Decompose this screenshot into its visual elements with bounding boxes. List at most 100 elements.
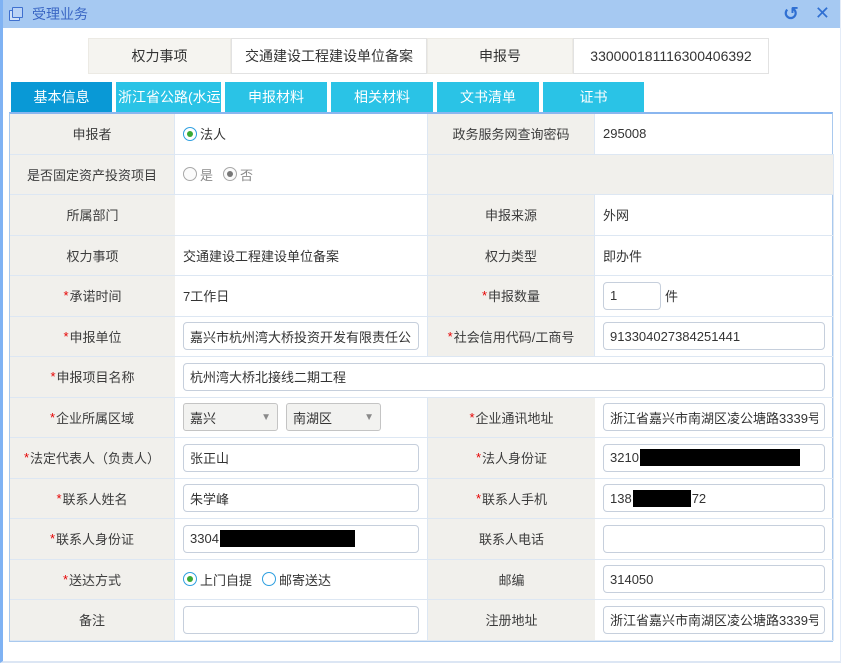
label-legal-id: *法人身份证 xyxy=(428,438,595,479)
label-region: *企业所属区域 xyxy=(10,398,175,439)
cell-region: 嘉兴 ▼ 南湖区 ▼ xyxy=(175,398,428,439)
window-titlebar: 受理业务 ↺ ✕ xyxy=(3,0,840,28)
label-project-name: *申报项目名称 xyxy=(10,357,175,398)
cell-credit-code xyxy=(595,317,834,358)
window-title: 受理业务 xyxy=(32,4,88,24)
radio-fixed-asset-yes-icon xyxy=(183,167,197,181)
value-source: 外网 xyxy=(595,195,834,236)
redaction-bar xyxy=(220,530,355,547)
label-reg-address: 注册地址 xyxy=(428,600,595,641)
label-power-type: 权力类型 xyxy=(428,236,595,277)
radio-fixed-asset-no: 否 xyxy=(223,165,253,184)
refresh-icon[interactable]: ↺ xyxy=(783,5,799,23)
radio-self-pickup-icon xyxy=(183,572,197,586)
legal-id-input[interactable]: 3210 xyxy=(603,444,825,472)
label-source: 申报来源 xyxy=(428,195,595,236)
contact-id-input[interactable]: 3304 xyxy=(183,525,419,553)
cell-delivery: 上门自提 邮寄送达 xyxy=(175,560,428,601)
window-form-icon xyxy=(9,7,24,22)
cell-legal-rep xyxy=(175,438,428,479)
credit-code-input[interactable] xyxy=(603,322,825,350)
label-declarant: 申报者 xyxy=(10,114,175,155)
radio-mail-delivery[interactable]: 邮寄送达 xyxy=(262,570,331,589)
cell-company xyxy=(175,317,428,358)
label-contact-mobile: *联系人手机 xyxy=(428,479,595,520)
cell-legal-id: 3210 xyxy=(595,438,834,479)
chevron-down-icon: ▼ xyxy=(261,412,271,423)
tab-bar: 基本信息 浙江省公路(水运 申报材料 相关材料 文书清单 证书 xyxy=(11,82,840,112)
tab-basic-info[interactable]: 基本信息 xyxy=(11,82,112,112)
value-department xyxy=(175,195,428,236)
redaction-bar xyxy=(640,449,800,466)
cell-contact-phone xyxy=(595,519,834,560)
value-promise-time: 7工作日 xyxy=(175,276,428,317)
label-quantity: *申报数量 xyxy=(428,276,595,317)
remark-input[interactable] xyxy=(183,606,419,634)
tab-zhejiang-highway[interactable]: 浙江省公路(水运 xyxy=(116,82,221,112)
tab-certificate[interactable]: 证书 xyxy=(543,82,644,112)
label-query-password: 政务服务网查询密码 xyxy=(428,114,595,155)
reg-address-input[interactable] xyxy=(603,606,825,634)
value-query-password: 295008 xyxy=(595,114,834,155)
value-power-type: 即办件 xyxy=(595,236,834,277)
label-contact-name: *联系人姓名 xyxy=(10,479,175,520)
label-promise-time: *承诺时间 xyxy=(10,276,175,317)
label-remark: 备注 xyxy=(10,600,175,641)
cell-empty-row2 xyxy=(428,155,834,196)
cell-fixed-asset: 是 否 xyxy=(175,155,428,196)
quantity-input[interactable] xyxy=(603,282,661,310)
label-contact-phone: 联系人电话 xyxy=(428,519,595,560)
cell-postcode xyxy=(595,560,834,601)
label-contact-id: *联系人身份证 xyxy=(10,519,175,560)
quantity-unit: 件 xyxy=(665,286,678,305)
postcode-input[interactable] xyxy=(603,565,825,593)
radio-legal-person-icon xyxy=(183,127,197,141)
redaction-bar xyxy=(633,490,691,507)
region-district-select[interactable]: 南湖区 ▼ xyxy=(286,403,381,431)
close-icon[interactable]: ✕ xyxy=(815,5,830,23)
label-delivery: *送达方式 xyxy=(10,560,175,601)
cell-company-address xyxy=(595,398,834,439)
chevron-down-icon: ▼ xyxy=(364,412,374,423)
radio-fixed-asset-no-icon xyxy=(223,167,237,181)
company-input[interactable] xyxy=(183,322,419,350)
region-city-select[interactable]: 嘉兴 ▼ xyxy=(183,403,278,431)
declare-no-header-label: 申报号 xyxy=(427,38,573,74)
radio-self-pickup[interactable]: 上门自提 xyxy=(183,570,252,589)
cell-remark xyxy=(175,600,428,641)
label-company: *申报单位 xyxy=(10,317,175,358)
power-item-header-label: 权力事项 xyxy=(88,38,231,74)
label-credit-code: *社会信用代码/工商号 xyxy=(428,317,595,358)
accept-business-window: 受理业务 ↺ ✕ 权力事项 交通建设工程建设单位备案 申报号 330000181… xyxy=(0,0,841,663)
tab-document-list[interactable]: 文书清单 xyxy=(437,82,539,112)
declare-no-header-value: 330000181116300406392 xyxy=(573,38,769,74)
label-postcode: 邮编 xyxy=(428,560,595,601)
declaration-header: 权力事项 交通建设工程建设单位备案 申报号 330000181116300406… xyxy=(88,38,840,74)
cell-contact-name xyxy=(175,479,428,520)
power-item-header-value: 交通建设工程建设单位备案 xyxy=(231,38,427,74)
cell-reg-address xyxy=(595,600,834,641)
label-fixed-asset: 是否固定资产投资项目 xyxy=(10,155,175,196)
basic-info-form: 申报者 法人 政务服务网查询密码 295008 是否固定资产投资项目 是 否 所… xyxy=(9,112,833,642)
cell-contact-mobile: 138 72 xyxy=(595,479,834,520)
contact-name-input[interactable] xyxy=(183,484,419,512)
cell-quantity: 件 xyxy=(595,276,834,317)
value-power-item: 交通建设工程建设单位备案 xyxy=(175,236,428,277)
label-company-address: *企业通讯地址 xyxy=(428,398,595,439)
legal-rep-input[interactable] xyxy=(183,444,419,472)
contact-phone-input[interactable] xyxy=(603,525,825,553)
cell-contact-id: 3304 xyxy=(175,519,428,560)
contact-mobile-input[interactable]: 138 72 xyxy=(603,484,825,512)
tab-related-materials[interactable]: 相关材料 xyxy=(331,82,433,112)
project-name-input[interactable] xyxy=(183,363,825,391)
radio-fixed-asset-yes: 是 xyxy=(183,165,213,184)
cell-project-name xyxy=(175,357,834,398)
radio-legal-person[interactable]: 法人 xyxy=(183,124,226,143)
company-address-input[interactable] xyxy=(603,403,825,431)
label-power-item: 权力事项 xyxy=(10,236,175,277)
radio-mail-delivery-icon xyxy=(262,572,276,586)
cell-declarant: 法人 xyxy=(175,114,428,155)
tab-declare-materials[interactable]: 申报材料 xyxy=(225,82,327,112)
label-legal-rep: *法定代表人（负责人） xyxy=(10,438,175,479)
label-department: 所属部门 xyxy=(10,195,175,236)
